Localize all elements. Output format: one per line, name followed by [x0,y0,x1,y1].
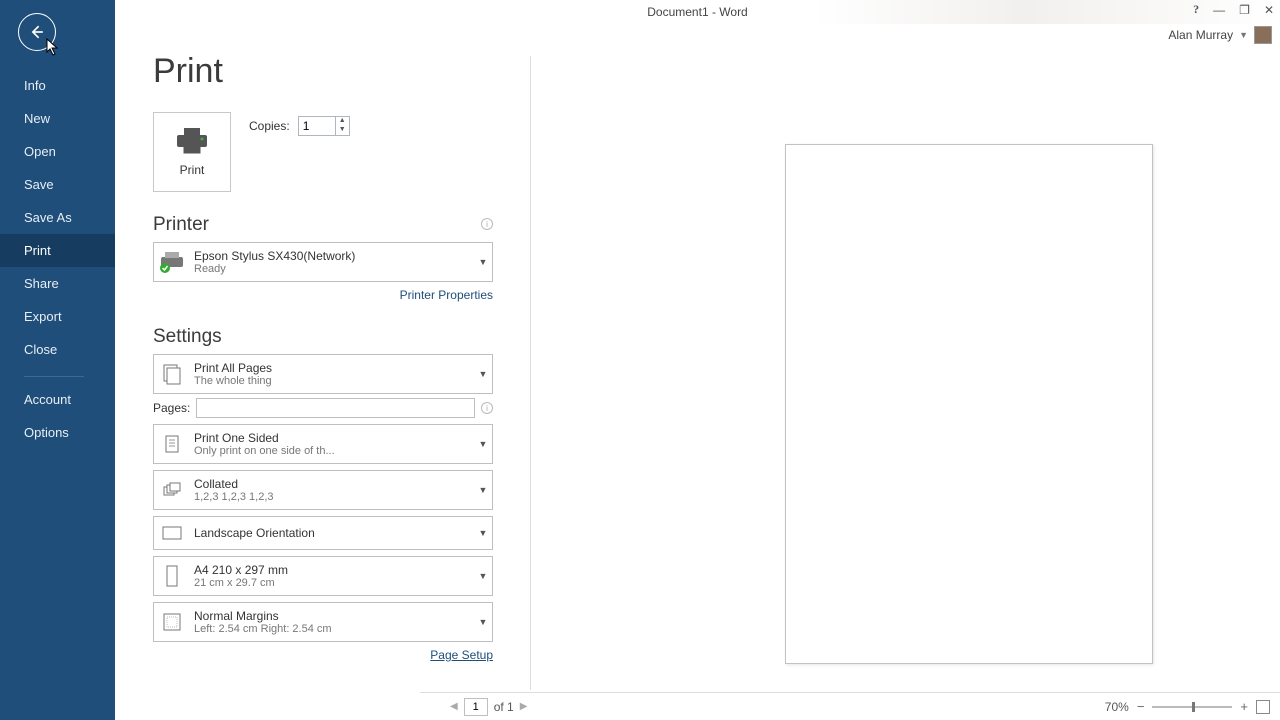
nav-account[interactable]: Account [0,383,115,416]
chevron-down-icon: ▼ [474,528,492,538]
print-scope-sub: The whole thing [194,375,470,387]
landscape-icon [154,523,190,543]
print-button[interactable]: Print [153,112,231,192]
nav-open[interactable]: Open [0,135,115,168]
sided-title: Print One Sided [194,431,470,445]
chevron-down-icon: ▼ [474,617,492,627]
nav-save-as[interactable]: Save As [0,201,115,234]
nav-separator [24,376,84,377]
back-arrow-icon [27,22,47,42]
pages-label: Pages: [153,401,190,415]
nav-new[interactable]: New [0,102,115,135]
copies-up[interactable]: ▲ [336,117,349,126]
nav-close[interactable]: Close [0,333,115,366]
collate-title: Collated [194,477,470,491]
one-sided-icon [154,432,190,456]
paper-sub: 21 cm x 29.7 cm [194,577,470,589]
collate-dropdown[interactable]: Collated 1,2,3 1,2,3 1,2,3 ▼ [153,470,493,510]
nav-options[interactable]: Options [0,416,115,449]
margins-title: Normal Margins [194,609,470,623]
zoom-out-button[interactable]: − [1137,699,1145,714]
printer-heading: Printer i [153,214,493,236]
page-total: of 1 [494,700,514,714]
zoom-slider[interactable] [1152,706,1232,708]
page-setup-link[interactable]: Page Setup [430,648,493,662]
chevron-down-icon: ▼ [474,257,492,267]
print-panel: Print Print Copies: ▲▼ Printe [115,0,1280,690]
zoom-in-button[interactable]: + [1240,699,1248,714]
paper-icon [154,563,190,589]
nav-info[interactable]: Info [0,69,115,102]
paper-size-dropdown[interactable]: A4 210 x 297 mm 21 cm x 29.7 cm ▼ [153,556,493,596]
chevron-down-icon: ▼ [474,485,492,495]
copies-label: Copies: [249,119,290,133]
collated-icon [154,478,190,502]
nav-share[interactable]: Share [0,267,115,300]
zoom-percent: 70% [1105,700,1129,714]
print-scope-title: Print All Pages [194,361,470,375]
collate-sub: 1,2,3 1,2,3 1,2,3 [194,491,470,503]
print-scope-dropdown[interactable]: Print All Pages The whole thing ▼ [153,354,493,394]
copies-spinner[interactable]: ▲▼ [298,116,350,136]
mouse-cursor-icon [46,38,60,56]
page-number-input[interactable] [464,698,488,716]
printer-icon [175,127,209,155]
chevron-down-icon: ▼ [474,369,492,379]
sided-sub: Only print on one side of th... [194,445,470,457]
preview-status-bar: ◀ of 1 ▶ 70% − + [420,692,1280,720]
orientation-title: Landscape Orientation [194,518,470,548]
backstage-sidebar: Info New Open Save Save As Print Share E… [0,0,115,720]
sided-dropdown[interactable]: Print One Sided Only print on one side o… [153,424,493,464]
printer-status: Ready [194,263,470,275]
margins-icon [154,610,190,634]
print-button-label: Print [180,163,205,177]
chevron-down-icon: ▼ [474,571,492,581]
copies-input[interactable] [299,117,335,135]
prev-page-button[interactable]: ◀ [450,701,458,712]
chevron-down-icon: ▼ [474,439,492,449]
preview-page [785,144,1153,664]
pages-icon [154,362,190,386]
printer-ready-icon [154,251,190,273]
nav-list: Info New Open Save Save As Print Share E… [0,69,115,449]
nav-export[interactable]: Export [0,300,115,333]
paper-title: A4 210 x 297 mm [194,563,470,577]
info-icon[interactable]: i [481,218,493,230]
copies-down[interactable]: ▼ [336,126,349,135]
next-page-button[interactable]: ▶ [520,701,528,712]
printer-name: Epson Stylus SX430(Network) [194,249,470,263]
margins-sub: Left: 2.54 cm Right: 2.54 cm [194,623,470,635]
fit-to-window-button[interactable] [1256,700,1270,714]
margins-dropdown[interactable]: Normal Margins Left: 2.54 cm Right: 2.54… [153,602,493,642]
settings-heading: Settings [153,326,493,348]
orientation-dropdown[interactable]: Landscape Orientation ▼ [153,516,493,550]
printer-dropdown[interactable]: Epson Stylus SX430(Network) Ready ▼ [153,242,493,282]
nav-print[interactable]: Print [0,234,115,267]
info-icon[interactable]: i [481,402,493,414]
print-preview [535,56,1280,690]
printer-properties-link[interactable]: Printer Properties [400,288,493,302]
pages-input[interactable] [196,398,475,418]
nav-save[interactable]: Save [0,168,115,201]
vertical-divider [530,56,531,690]
